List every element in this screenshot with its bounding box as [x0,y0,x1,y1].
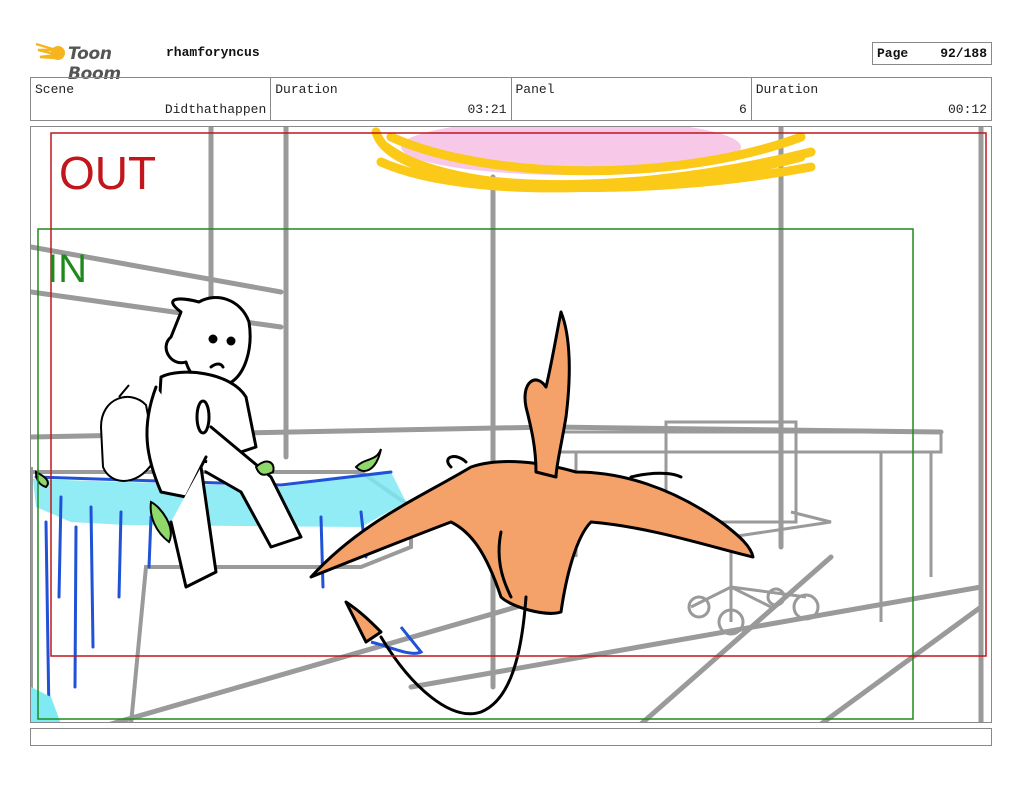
scene-duration-value: 03:21 [467,102,507,117]
girl-character [145,296,303,589]
panel-value: 6 [738,102,747,117]
storyboard-panel: OUT IN [30,126,992,723]
out-label: OUT [59,147,156,199]
toon-boom-logo: Toon Boom [34,38,164,84]
page-value: 92/188 [940,46,987,61]
page-indicator: Page 92/188 [872,42,992,65]
desk-sketch [549,420,943,636]
panel-drawing: OUT IN [31,127,987,722]
sun-sketch [371,127,816,193]
info-bar: Scene Didthathappen Duration 03:21 Panel… [30,77,992,121]
notes-bar [30,728,992,746]
comet-logo-icon [35,42,65,60]
page-label: Page [877,46,909,61]
project-name: rhamforyncus [166,45,260,60]
header: Toon Boom rhamforyncus Page 92/188 [0,0,1024,84]
scene-duration-cell: Duration 03:21 [271,78,512,120]
panel-cell: Panel 6 [512,78,752,120]
sofa-sketch [31,467,424,722]
panel-duration-cell: Duration 00:12 [752,78,991,120]
panel-duration-value: 00:12 [947,102,987,117]
duration-label: Duration [275,82,338,97]
scene-cell: Scene Didthathappen [31,78,272,120]
duration-label: Duration [755,82,819,97]
scene-value: Didthathappen [164,102,267,117]
scene-label: Scene [35,82,75,97]
panel-label: Panel [515,82,555,97]
in-label: IN [47,247,87,291]
